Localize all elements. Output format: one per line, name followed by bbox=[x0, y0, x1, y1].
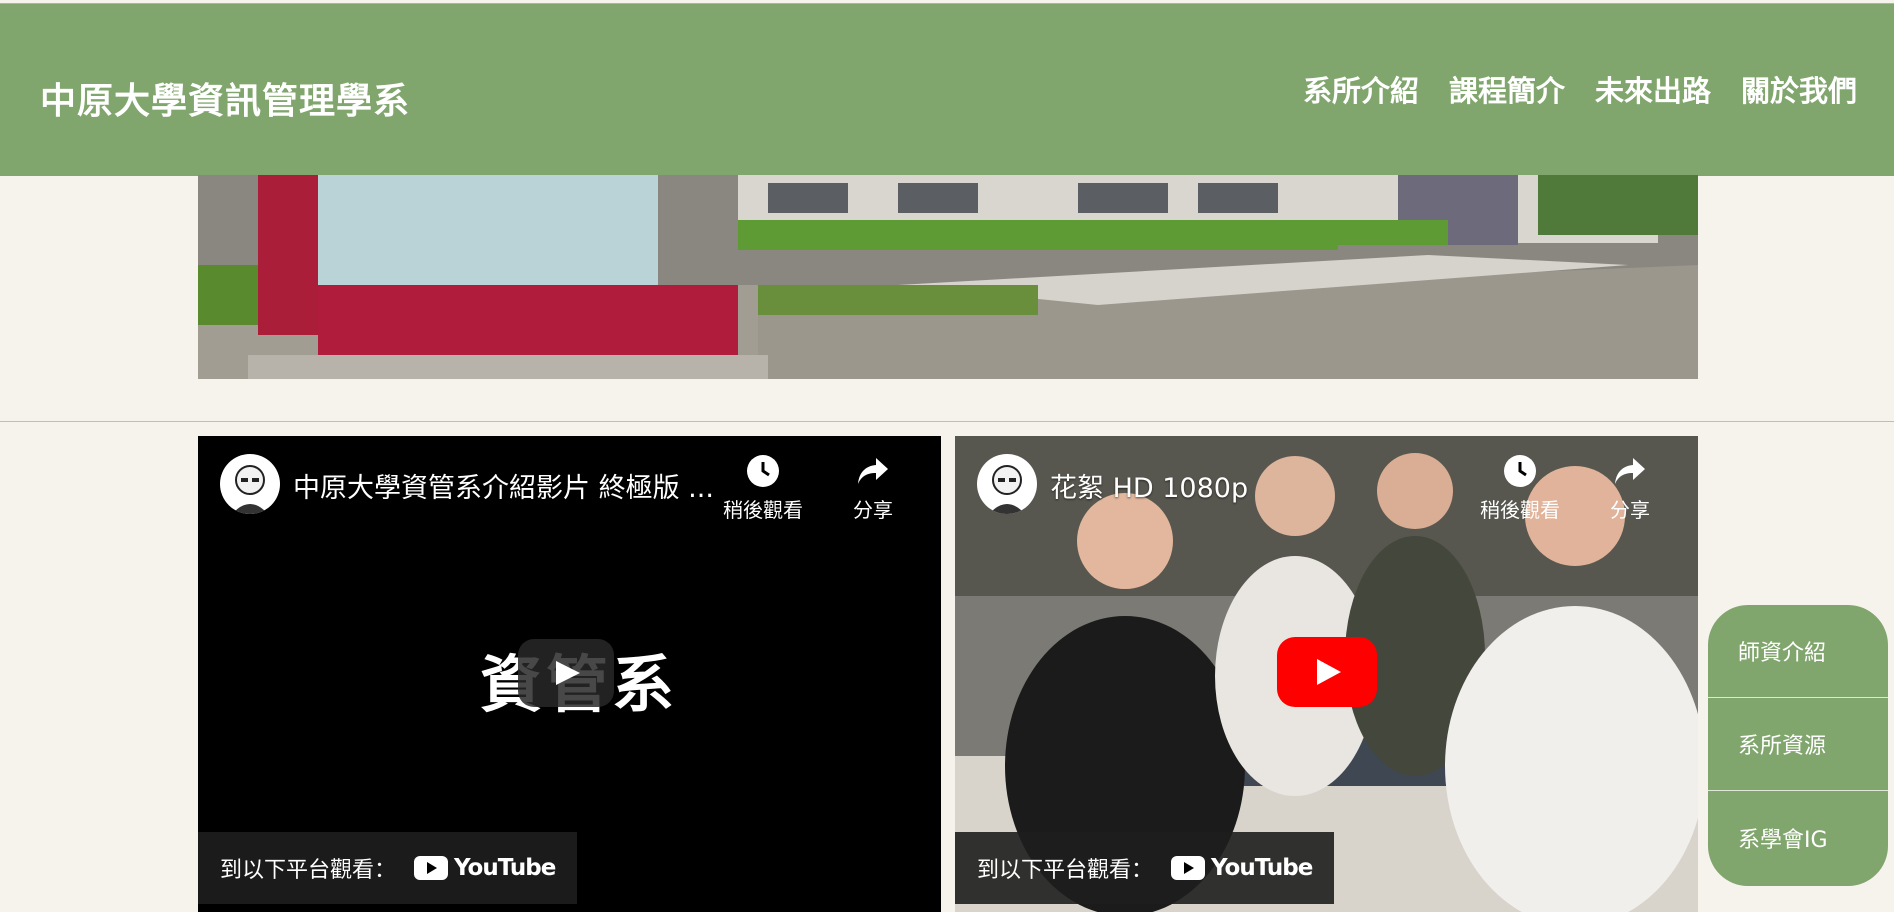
nav-item-about[interactable]: 關於我們 bbox=[1741, 68, 1857, 110]
side-nav-student-association-ig[interactable]: 系學會IG bbox=[1708, 791, 1888, 884]
youtube-logo[interactable]: YouTube bbox=[1171, 855, 1313, 881]
youtube-icon bbox=[1171, 856, 1206, 880]
play-icon bbox=[1317, 659, 1341, 685]
watch-on-youtube-bar[interactable]: 到以下平台觀看： YouTube bbox=[955, 832, 1335, 904]
share-icon bbox=[858, 458, 888, 484]
watch-later-label: 稍後觀看 bbox=[1480, 498, 1560, 522]
channel-avatar[interactable] bbox=[977, 454, 1037, 514]
watch-later-button[interactable]: 稍後觀看 bbox=[718, 454, 808, 523]
play-button[interactable] bbox=[1277, 637, 1377, 707]
play-button[interactable] bbox=[518, 639, 614, 707]
video-embed-intro[interactable]: 中原大學資管系介紹影片 終極版 ... 稍後觀看 分享 資管系 到以下平台觀看：… bbox=[198, 436, 941, 912]
youtube-icon bbox=[414, 856, 449, 880]
clock-icon bbox=[747, 455, 779, 487]
watch-on-label: 到以下平台觀看： bbox=[977, 858, 1154, 883]
nav-item-courses[interactable]: 課程簡介 bbox=[1449, 68, 1565, 110]
site-title[interactable]: 中原大學資訊管理學系 bbox=[40, 72, 410, 124]
clock-icon bbox=[1504, 455, 1536, 487]
video-title[interactable]: 中原大學資管系介紹影片 終極版 ... bbox=[293, 466, 714, 505]
site-header: 中原大學資訊管理學系 系所介紹 課程簡介 未來出路 關於我們 bbox=[0, 3, 1894, 176]
nav-item-department[interactable]: 系所介紹 bbox=[1303, 68, 1419, 110]
share-button[interactable]: 分享 bbox=[828, 454, 918, 523]
youtube-label: YouTube bbox=[1211, 855, 1313, 881]
side-nav-faculty[interactable]: 師資介紹 bbox=[1708, 605, 1888, 698]
youtube-logo[interactable]: YouTube bbox=[414, 855, 556, 881]
watch-on-youtube-bar[interactable]: 到以下平台觀看： YouTube bbox=[198, 832, 578, 904]
nav-item-careers[interactable]: 未來出路 bbox=[1595, 68, 1711, 110]
floating-side-nav: 師資介紹 系所資源 系學會IG bbox=[1708, 605, 1888, 886]
main-nav: 系所介紹 課程簡介 未來出路 關於我們 bbox=[1303, 68, 1857, 110]
video-title[interactable]: 花絮 HD 1080p bbox=[1050, 466, 1248, 505]
share-icon bbox=[1615, 458, 1645, 484]
play-icon bbox=[556, 661, 580, 685]
channel-avatar[interactable] bbox=[220, 454, 280, 514]
share-button[interactable]: 分享 bbox=[1585, 454, 1675, 523]
section-divider bbox=[0, 421, 1894, 422]
watch-later-button[interactable]: 稍後觀看 bbox=[1475, 454, 1565, 523]
share-label: 分享 bbox=[1610, 498, 1650, 522]
side-nav-resources[interactable]: 系所資源 bbox=[1708, 698, 1888, 791]
youtube-label: YouTube bbox=[454, 855, 556, 881]
campus-illustration bbox=[198, 175, 1698, 379]
video-embed-behind-the-scenes[interactable]: 花絮 HD 1080p 稍後觀看 分享 到以下平台觀看： YouTube bbox=[955, 436, 1698, 912]
watch-on-label: 到以下平台觀看： bbox=[220, 858, 397, 883]
share-label: 分享 bbox=[853, 498, 893, 522]
watch-later-label: 稍後觀看 bbox=[723, 498, 803, 522]
campus-banner-image bbox=[198, 175, 1698, 379]
